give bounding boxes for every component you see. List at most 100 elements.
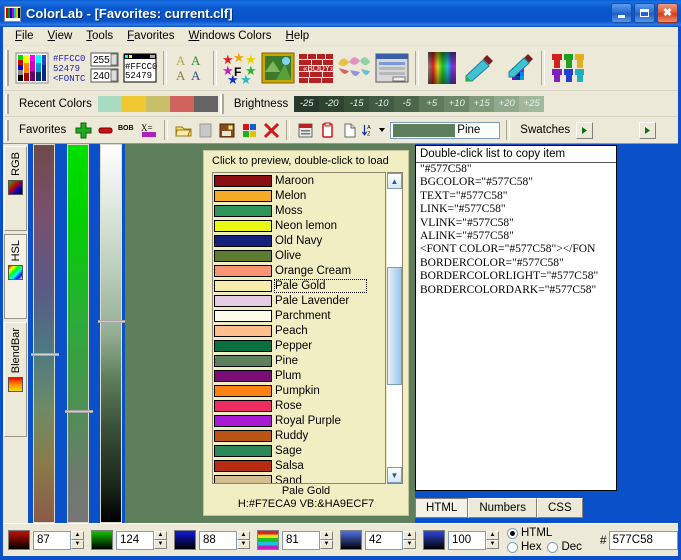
tab-css[interactable]: CSS: [536, 498, 583, 518]
green-value-input[interactable]: 124: [116, 530, 154, 550]
menu-item-favorites[interactable]: Favorites: [120, 28, 181, 44]
clipboard-icon[interactable]: [316, 119, 338, 141]
red-value-stepper[interactable]: ▲ ▼: [71, 530, 84, 550]
list-item[interactable]: Maroon: [213, 173, 385, 188]
brightness-step[interactable]: +25: [519, 95, 545, 112]
list-item[interactable]: Pumpkin: [213, 383, 385, 398]
menu-item-windows-colors[interactable]: Windows Colors: [181, 28, 278, 44]
blue-swatch[interactable]: [174, 530, 196, 550]
remove-favorite-icon[interactable]: [94, 119, 116, 141]
sidebar-item-hsl[interactable]: HSL: [4, 234, 27, 319]
sort-dropdown-arrow-icon[interactable]: [376, 119, 387, 141]
radio-hex[interactable]: [507, 541, 518, 553]
brightness-step[interactable]: -5: [394, 95, 420, 112]
luminance-value-decrement[interactable]: ▼: [486, 539, 499, 549]
luminance-marker[interactable]: [98, 320, 126, 323]
color-picker-palette-icon[interactable]: [13, 49, 51, 87]
menu-item-tools[interactable]: Tools: [79, 28, 120, 44]
brightness-steps[interactable]: -25 -20 -15 -10 -5 +5 +10 +15 +20 +25: [294, 95, 545, 112]
green-value-increment[interactable]: ▲: [154, 530, 167, 540]
save-file-icon[interactable]: [216, 119, 238, 141]
saturation-value-input[interactable]: 42: [365, 530, 403, 550]
list-item[interactable]: Pepper: [213, 338, 385, 353]
bob-label-icon[interactable]: BOB: [116, 119, 138, 141]
brightness-step[interactable]: +10: [444, 95, 470, 112]
scroll-down-button[interactable]: ▼: [387, 467, 402, 483]
list-item[interactable]: Plum: [213, 368, 385, 383]
dialog-preview-icon[interactable]: [373, 49, 411, 87]
hue-value-decrement[interactable]: ▼: [320, 539, 333, 549]
blue-value-increment[interactable]: ▲: [237, 530, 250, 540]
close-button[interactable]: ✖: [657, 3, 678, 23]
maximize-button[interactable]: [634, 3, 655, 23]
html-code-icon[interactable]: #FFCC0 52479 <FONTC: [51, 49, 89, 87]
luminance-value-input[interactable]: 100: [448, 530, 486, 550]
list-item[interactable]: Rose: [213, 398, 385, 413]
recent-color-swatch[interactable]: [193, 95, 218, 112]
rename-icon[interactable]: X=: [138, 119, 160, 141]
open-folder-icon[interactable]: [172, 119, 194, 141]
hue-value-increment[interactable]: ▲: [320, 530, 333, 540]
red-value-input[interactable]: 87: [33, 530, 71, 550]
current-color-field[interactable]: Pine: [390, 121, 501, 139]
eyedropper-icon[interactable]: [461, 49, 499, 87]
favorites-grip[interactable]: [5, 119, 10, 141]
brightness-step[interactable]: -10: [369, 95, 395, 112]
saturation-swatch[interactable]: [340, 530, 362, 550]
code-output-line[interactable]: "#577C58": [416, 163, 616, 176]
color-grid-icon[interactable]: [238, 119, 260, 141]
saturation-value-decrement[interactable]: ▼: [403, 539, 416, 549]
code-output-line[interactable]: VLINK="#577C58": [416, 217, 616, 230]
body-brick-icon[interactable]: «BODY»: [297, 49, 335, 87]
list-item[interactable]: Salsa: [213, 458, 385, 473]
sidebar-item-blendbar[interactable]: BlendBar: [4, 322, 27, 437]
list-item[interactable]: Royal Purple: [213, 413, 385, 428]
red-value-increment[interactable]: ▲: [71, 530, 84, 540]
menu-item-help[interactable]: Help: [279, 28, 317, 44]
star-palette-icon[interactable]: ★ ★ ★ ★ ★ ★ ★ F: [221, 49, 259, 87]
saturation-gradient-bar[interactable]: [65, 144, 93, 523]
list-item[interactable]: Peach: [213, 323, 385, 338]
brightness-step[interactable]: -25: [294, 95, 320, 112]
list-item[interactable]: Olive: [213, 248, 385, 263]
list-item[interactable]: Moss: [213, 203, 385, 218]
luminance-value-stepper[interactable]: ▲ ▼: [486, 530, 499, 550]
delete-x-icon[interactable]: [260, 119, 282, 141]
code-output-line[interactable]: BORDERCOLORLIGHT="#577C58": [416, 270, 616, 283]
brightness-step[interactable]: +15: [469, 95, 495, 112]
green-swatch[interactable]: [91, 530, 113, 550]
recent-colors-grip[interactable]: [5, 93, 10, 114]
hue-value-input[interactable]: 81: [282, 530, 320, 550]
tab-numbers[interactable]: Numbers: [468, 498, 537, 518]
rgb-spin-values-icon[interactable]: 255 240: [89, 49, 121, 87]
eyedropper-grid-icon[interactable]: [499, 49, 537, 87]
blue-value-input[interactable]: 88: [199, 530, 237, 550]
hue-marker[interactable]: [31, 353, 59, 356]
list-item[interactable]: Neon lemon: [213, 218, 385, 233]
luminance-swatch[interactable]: [423, 530, 445, 550]
list-item[interactable]: Melon: [213, 188, 385, 203]
brightness-step[interactable]: -20: [319, 95, 345, 112]
code-output-line[interactable]: BORDERCOLORDARK="#577C58": [416, 284, 616, 297]
swatches-next-button[interactable]: [576, 121, 594, 139]
blank-page-icon[interactable]: [194, 119, 216, 141]
brightness-step[interactable]: +5: [419, 95, 445, 112]
scrollbar-track[interactable]: [387, 189, 402, 467]
sort-az-icon[interactable]: A Z: [360, 119, 376, 141]
hue-swatch[interactable]: [257, 530, 279, 550]
code-window-icon[interactable]: #FFCC0 52479: [121, 49, 159, 87]
list-item[interactable]: Sand: [213, 473, 385, 483]
red-value-decrement[interactable]: ▼: [71, 539, 84, 549]
list-item[interactable]: Pine: [213, 353, 385, 368]
list-item[interactable]: Parchment: [213, 308, 385, 323]
red-swatch[interactable]: [8, 530, 30, 550]
list-item[interactable]: Sage: [213, 443, 385, 458]
spectrum-icon[interactable]: [423, 49, 461, 87]
code-output-line[interactable]: ALINK="#577C58": [416, 230, 616, 243]
luminance-value-increment[interactable]: ▲: [486, 530, 499, 540]
color-list[interactable]: Maroon Melon Moss Neon lemon Old Navy Olive Or…: [212, 172, 386, 484]
hue-value-stepper[interactable]: ▲ ▼: [320, 530, 333, 550]
code-output-list[interactable]: "#577C58" BGCOLOR="#577C58" TEXT="#577C58"…: [416, 163, 616, 297]
radio-dec[interactable]: [547, 541, 559, 553]
hue-gradient-bar[interactable]: [31, 144, 59, 523]
